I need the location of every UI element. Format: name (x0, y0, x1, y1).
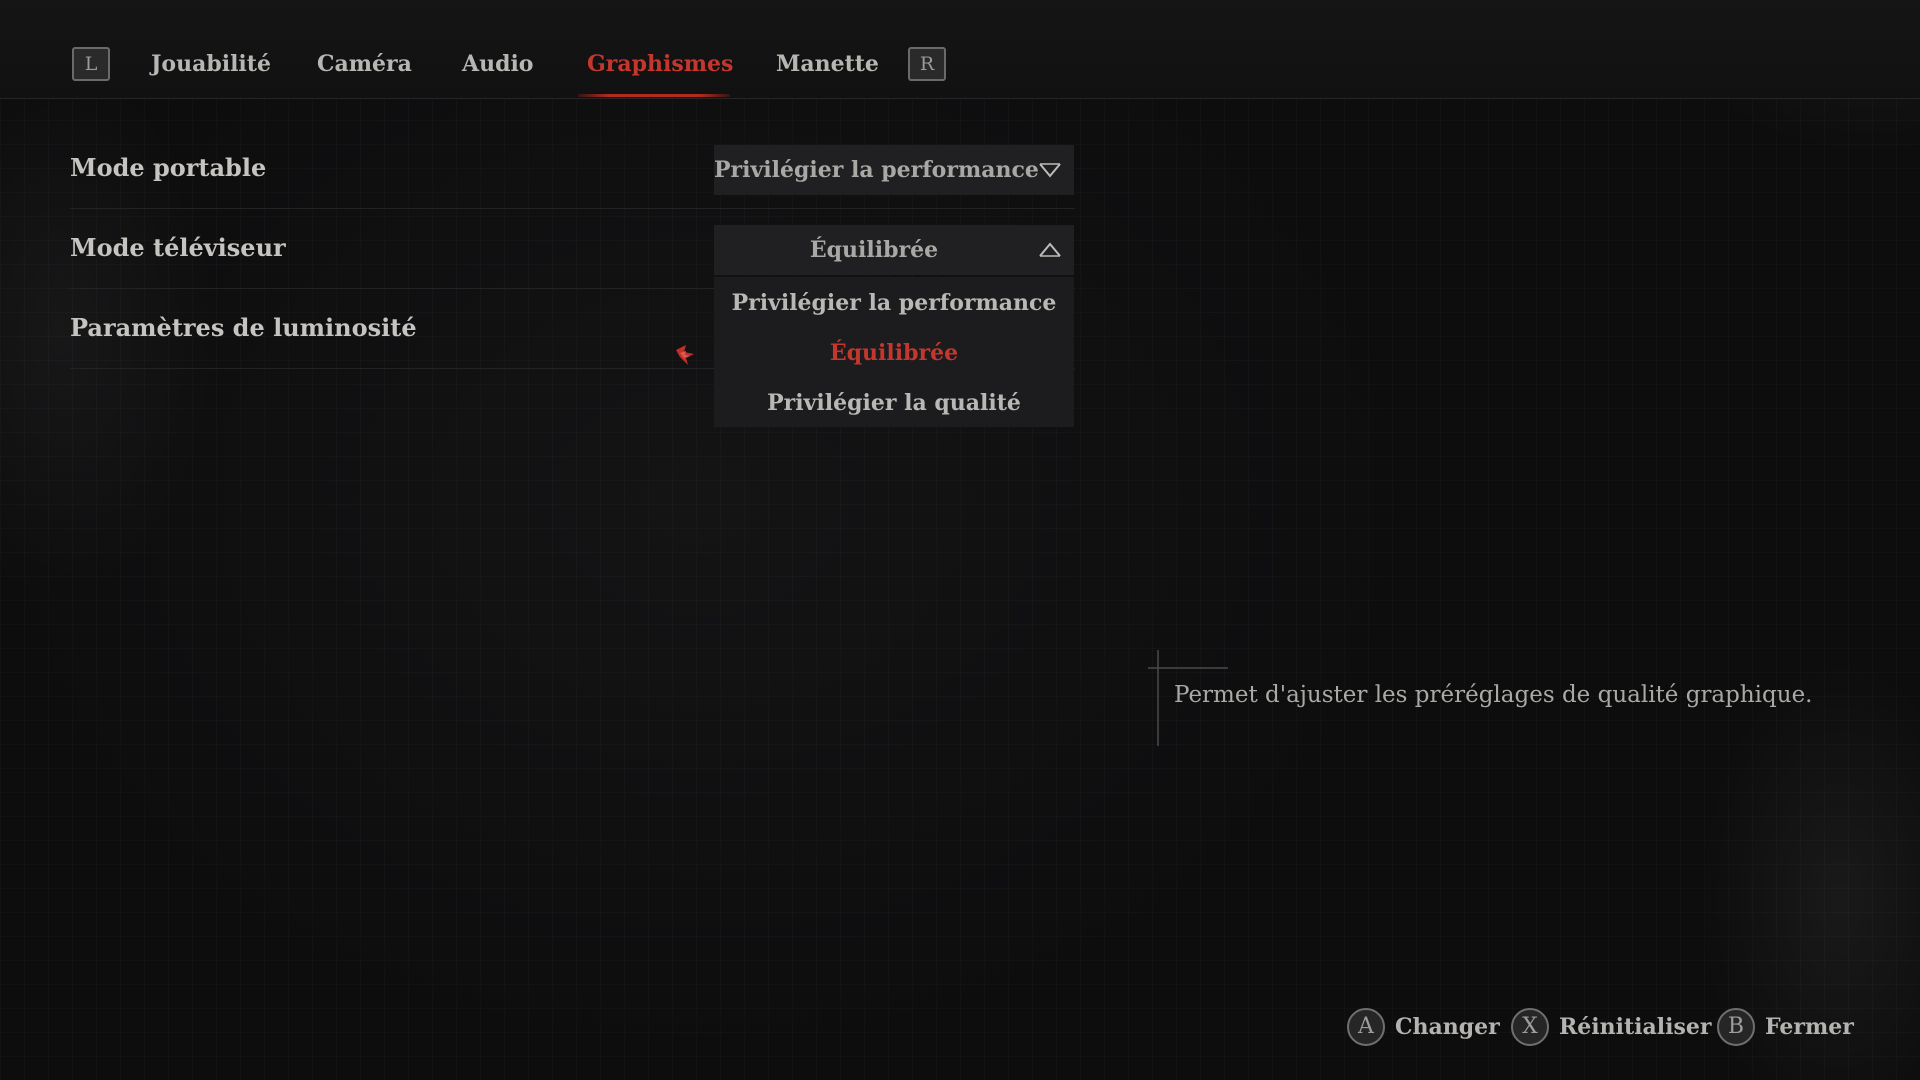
tab-audio[interactable]: Audio (462, 46, 533, 82)
mode-portable-dropdown[interactable]: Privilégier la performance (714, 145, 1074, 195)
prompt-label: Changer (1395, 1014, 1500, 1040)
b-button-icon: B (1717, 1008, 1755, 1046)
tab-graphismes[interactable]: Graphismes (587, 46, 733, 82)
dropdown-options-list: Privilégier la performance Équilibrée Pr… (714, 277, 1074, 427)
tab-camera[interactable]: Caméra (317, 46, 412, 82)
dropdown-option-equilibree[interactable]: Équilibrée (714, 330, 1074, 376)
tab-manette[interactable]: Manette (776, 46, 879, 82)
mode-televiseur-dropdown[interactable]: Équilibrée (714, 225, 1074, 275)
prompt-label: Réinitialiser (1559, 1014, 1712, 1040)
dropdown-option-qualite[interactable]: Privilégier la qualité (714, 380, 1074, 426)
a-button-icon: A (1347, 1008, 1385, 1046)
active-tab-indicator (578, 94, 730, 97)
setting-description: Permet d'ajuster les préréglages de qual… (1174, 682, 1813, 708)
x-button-icon: X (1511, 1008, 1549, 1046)
dropdown-option-performance[interactable]: Privilégier la performance (714, 280, 1074, 326)
setting-label: Mode téléviseur (70, 233, 286, 262)
dropdown-value: Équilibrée (809, 237, 939, 263)
tab-bar: L Jouabilité Caméra Audio Graphismes Man… (0, 0, 1920, 99)
setting-label: Mode portable (70, 153, 267, 182)
tab-jouabilite[interactable]: Jouabilité (151, 46, 271, 82)
left-bumper-icon[interactable]: L (72, 47, 110, 81)
right-bumper-icon[interactable]: R (908, 47, 946, 81)
setting-label: Paramètres de luminosité (70, 313, 417, 342)
chevron-up-icon (1039, 242, 1061, 257)
dropdown-value: Privilégier la performance (714, 157, 1039, 183)
selection-cursor-icon (676, 345, 694, 365)
prompt-label: Fermer (1765, 1014, 1854, 1040)
chevron-down-icon (1039, 163, 1061, 178)
